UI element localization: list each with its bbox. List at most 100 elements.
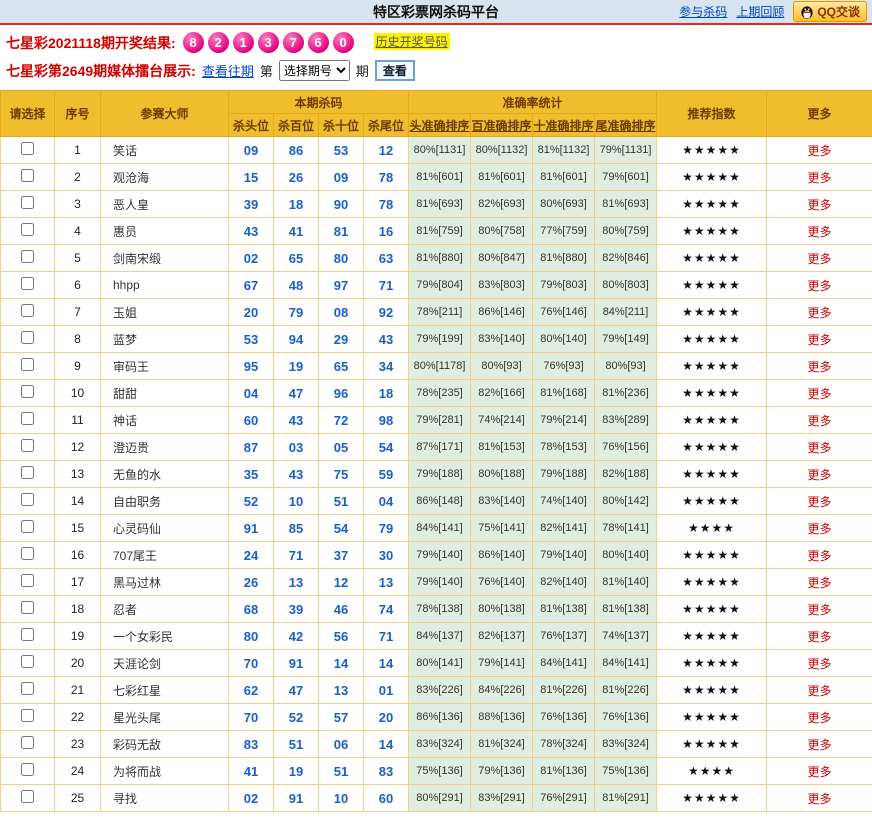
sort-accuracy-hundred[interactable]: 百准确排序: [470, 113, 534, 137]
row-checkbox[interactable]: [21, 385, 34, 398]
accuracy-value: 81%[693]: [408, 190, 472, 218]
row-index: 3: [54, 190, 101, 218]
accuracy-value: 78%[138]: [408, 595, 472, 623]
sort-accuracy-head[interactable]: 头准确排序: [408, 113, 472, 137]
more-link[interactable]: 更多: [808, 684, 832, 698]
view-button[interactable]: 查看: [374, 60, 415, 81]
row-checkbox[interactable]: [21, 736, 34, 749]
sort-accuracy-ten[interactable]: 十准确排序: [532, 113, 596, 137]
star-rating: ★★★★★: [656, 298, 768, 326]
select-cell: [0, 703, 55, 731]
more-link[interactable]: 更多: [808, 441, 832, 455]
select-cell: [0, 676, 55, 704]
more-link[interactable]: 更多: [808, 225, 832, 239]
qq-chat-button[interactable]: QQ交谈: [793, 1, 867, 22]
more-link[interactable]: 更多: [808, 171, 832, 185]
more-link[interactable]: 更多: [808, 279, 832, 293]
accuracy-value: 82%[693]: [470, 190, 534, 218]
row-checkbox[interactable]: [21, 601, 34, 614]
row-checkbox[interactable]: [21, 250, 34, 263]
more-link[interactable]: 更多: [808, 198, 832, 212]
row-index: 5: [54, 244, 101, 272]
row-checkbox[interactable]: [21, 709, 34, 722]
more-link[interactable]: 更多: [808, 144, 832, 158]
row-index: 11: [54, 406, 101, 434]
table-row: 11 神话 60 43 72 98 79%[281] 74%[214] 79%[…: [0, 406, 872, 434]
period-select[interactable]: 选择期号: [278, 60, 350, 81]
row-checkbox[interactable]: [21, 547, 34, 560]
row-index: 19: [54, 622, 101, 650]
kill-value: 35: [228, 460, 274, 488]
sort-accuracy-tail[interactable]: 尾准确排序: [594, 113, 658, 137]
row-checkbox[interactable]: [21, 493, 34, 506]
row-checkbox[interactable]: [21, 169, 34, 182]
accuracy-value: 80%[1178]: [408, 352, 472, 380]
row-checkbox[interactable]: [21, 574, 34, 587]
result-ball: 3: [257, 32, 279, 53]
join-kill-link[interactable]: 参与杀码: [679, 3, 727, 20]
history-numbers-link[interactable]: 历史开奖号码: [373, 33, 450, 50]
accuracy-value: 80%[693]: [532, 190, 596, 218]
row-index: 15: [54, 514, 101, 542]
row-checkbox[interactable]: [21, 439, 34, 452]
more-link[interactable]: 更多: [808, 603, 832, 617]
more-link[interactable]: 更多: [808, 549, 832, 563]
kill-value: 43: [362, 325, 410, 353]
more-link[interactable]: 更多: [808, 387, 832, 401]
row-checkbox[interactable]: [21, 412, 34, 425]
more-link[interactable]: 更多: [808, 522, 832, 536]
accuracy-value: 79%[601]: [594, 163, 658, 191]
kill-value: 80: [318, 244, 364, 272]
master-name: 一个女彩民: [100, 622, 229, 650]
row-checkbox[interactable]: [21, 466, 34, 479]
row-checkbox[interactable]: [21, 196, 34, 209]
row-checkbox[interactable]: [21, 790, 34, 803]
more-link[interactable]: 更多: [808, 306, 832, 320]
select-cell: [0, 298, 55, 326]
more-cell: 更多: [766, 514, 872, 542]
more-link[interactable]: 更多: [808, 711, 832, 725]
master-name: 蓝梦: [100, 325, 229, 353]
master-name: 彩码无敌: [100, 730, 229, 758]
row-checkbox[interactable]: [21, 358, 34, 371]
more-link[interactable]: 更多: [808, 495, 832, 509]
row-checkbox[interactable]: [21, 763, 34, 776]
more-link[interactable]: 更多: [808, 414, 832, 428]
row-checkbox[interactable]: [21, 520, 34, 533]
select-cell: [0, 649, 55, 677]
more-link[interactable]: 更多: [808, 738, 832, 752]
accuracy-value: 80%[847]: [470, 244, 534, 272]
accuracy-value: 80%[1131]: [408, 136, 472, 164]
filter-bar: 七星彩第2649期媒体擂台展示: 查看往期 第 选择期号 期 查看: [0, 57, 872, 90]
more-link[interactable]: 更多: [808, 792, 832, 806]
more-link[interactable]: 更多: [808, 657, 832, 671]
row-checkbox[interactable]: [21, 682, 34, 695]
more-link[interactable]: 更多: [808, 765, 832, 779]
row-checkbox[interactable]: [21, 628, 34, 641]
accuracy-value: 81%[759]: [408, 217, 472, 245]
more-link[interactable]: 更多: [808, 333, 832, 347]
last-review-link[interactable]: 上期回顾: [736, 3, 784, 20]
more-cell: 更多: [766, 622, 872, 650]
row-checkbox[interactable]: [21, 142, 34, 155]
row-index: 23: [54, 730, 101, 758]
row-checkbox[interactable]: [21, 331, 34, 344]
star-rating: ★★★★★: [656, 136, 768, 164]
kill-value: 19: [273, 352, 319, 380]
row-checkbox[interactable]: [21, 277, 34, 290]
more-link[interactable]: 更多: [808, 252, 832, 266]
row-checkbox[interactable]: [21, 655, 34, 668]
kill-value: 71: [362, 271, 410, 299]
row-checkbox[interactable]: [21, 223, 34, 236]
more-link[interactable]: 更多: [808, 630, 832, 644]
more-link[interactable]: 更多: [808, 576, 832, 590]
more-link[interactable]: 更多: [808, 360, 832, 374]
accuracy-value: 80%[93]: [594, 352, 658, 380]
view-past-link[interactable]: 查看往期: [202, 61, 254, 80]
accuracy-value: 74%[214]: [470, 406, 534, 434]
row-checkbox[interactable]: [21, 304, 34, 317]
row-index: 14: [54, 487, 101, 515]
accuracy-value: 76%[146]: [532, 298, 596, 326]
kill-value: 20: [362, 703, 410, 731]
more-link[interactable]: 更多: [808, 468, 832, 482]
